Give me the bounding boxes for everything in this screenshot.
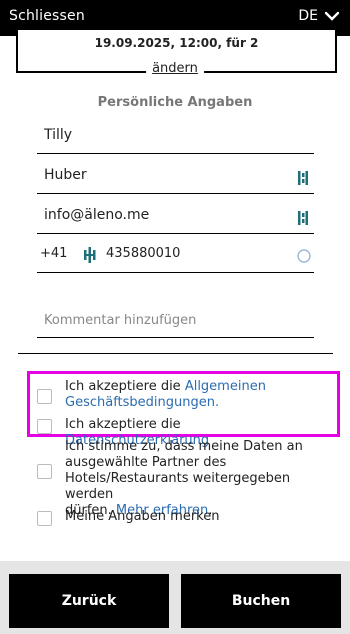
language-selector[interactable]: DE (298, 8, 340, 24)
privacy-prefix: Ich akzeptiere die (65, 417, 181, 432)
phone-autofill-icon (84, 247, 96, 263)
partners-text-2: ausgewählte Partner des (65, 455, 227, 470)
phone-number-value: 435880010 (106, 246, 181, 261)
footer-bar: Zurück Buchen (0, 561, 350, 634)
close-button[interactable]: Schliessen (9, 8, 85, 24)
email-field[interactable]: info@äleno.me (37, 201, 314, 234)
back-button[interactable]: Zurück (9, 574, 169, 628)
partners-consent-row: Ich stimme zu, dass meine Daten an ausge… (37, 439, 327, 518)
terms-link-part1[interactable]: Allgemeinen (185, 379, 266, 394)
privacy-checkbox[interactable] (37, 419, 52, 434)
partners-text-3: Hotels/Restaurants weitergegeben werden (65, 471, 291, 502)
comment-field[interactable]: Kommentar hinzufügen (37, 305, 314, 338)
partners-checkbox[interactable] (37, 464, 52, 479)
privacy-consent-row: Ich akzeptiere die Datenschutzerklärung (37, 417, 327, 448)
divider (18, 353, 333, 354)
email-value: info@äleno.me (44, 207, 150, 223)
last-name-value: Huber (44, 167, 87, 183)
partners-text-1: Ich stimme zu, dass meine Daten an (65, 439, 303, 454)
terms-consent-row: Ich akzeptiere die Allgemeinen Geschäfts… (37, 379, 327, 413)
terms-checkbox[interactable] (37, 389, 52, 404)
phone-field[interactable]: +41 435880010 (37, 240, 314, 273)
first-name-value: Tilly (44, 127, 73, 143)
terms-label: Ich akzeptiere die Allgemeinen Geschäfts… (65, 379, 266, 411)
terms-prefix: Ich akzeptiere die (65, 379, 185, 394)
remember-row: Meine Angaben merken (37, 509, 327, 527)
remember-label: Meine Angaben merken (65, 509, 220, 524)
country-code[interactable]: +41 (40, 246, 67, 261)
autofill-icon (298, 171, 308, 185)
autofill-icon (298, 211, 308, 225)
chevron-down-icon (324, 11, 340, 21)
spinner-icon (297, 249, 311, 263)
terms-link-part2[interactable]: Geschäftsbedingungen. (65, 395, 219, 410)
last-name-field[interactable]: Huber (37, 161, 314, 194)
book-button[interactable]: Buchen (181, 574, 341, 628)
comment-placeholder: Kommentar hinzufügen (44, 313, 197, 328)
section-title: Persönliche Angaben (97, 95, 253, 110)
first-name-field[interactable]: Tilly (37, 121, 314, 154)
remember-checkbox[interactable] (37, 511, 52, 526)
partners-label: Ich stimme zu, dass meine Daten an ausge… (65, 439, 327, 519)
booking-details: 19.09.2025, 12:00, für 2 (94, 36, 259, 50)
language-label: DE (298, 8, 318, 24)
change-booking-link[interactable]: ändern (146, 61, 204, 76)
